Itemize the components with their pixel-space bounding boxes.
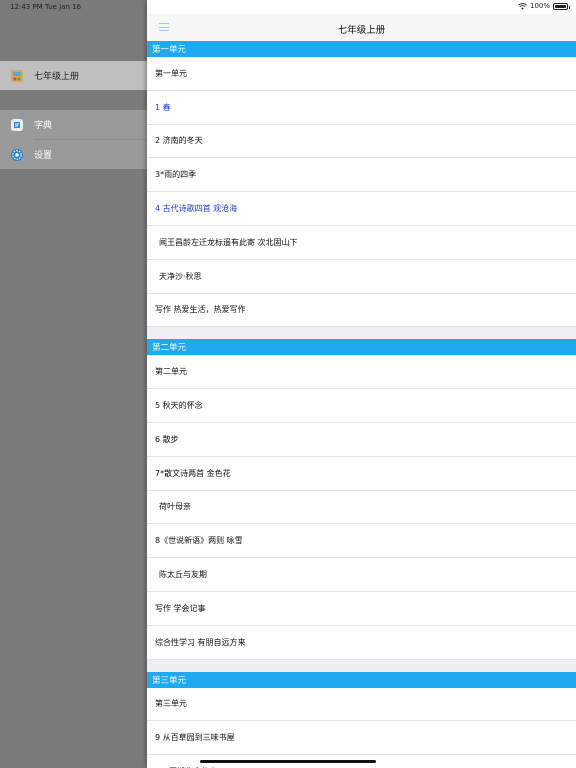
- status-right: 100%: [518, 2, 570, 10]
- status-bar: 12:43 PM Tue Jan 16 100%: [0, 0, 576, 14]
- list-item[interactable]: 第一单元: [147, 57, 576, 91]
- list-item[interactable]: 7*散文诗两首 金色花: [147, 456, 576, 491]
- list-item[interactable]: 写作 热爱生活，热爱写作: [147, 293, 576, 328]
- list-item[interactable]: 第二单元: [147, 355, 576, 390]
- list-item[interactable]: 2 济南的冬天: [147, 124, 576, 159]
- section-spacer: [147, 327, 576, 340]
- list-item[interactable]: 3*雨的四季: [147, 158, 576, 193]
- list-item[interactable]: 陈太丘与友期: [147, 558, 576, 592]
- wifi-icon: [518, 2, 527, 10]
- navigation-bar: 七年级上册: [147, 14, 576, 41]
- content-panel: 七年级上册 第一单元 第一单元 1 春 2 济南的冬天 3*雨的四季 4 古代诗…: [147, 0, 576, 768]
- sidebar-item-settings[interactable]: 设置: [0, 140, 147, 169]
- section-header: 第一单元: [147, 41, 576, 57]
- list-item[interactable]: 6 散步: [147, 422, 576, 457]
- sidebar: 七年级上册 字典 设置: [0, 0, 147, 768]
- book-cover-icon: [11, 69, 23, 82]
- sidebar-item-label: 七年级上册: [34, 72, 80, 82]
- dictionary-icon: [11, 118, 23, 131]
- list-item[interactable]: 第三单元: [147, 687, 576, 722]
- sidebar-item-label: 字典: [34, 121, 53, 131]
- status-time: 12:43 PM: [10, 3, 43, 11]
- list-item[interactable]: 综合性学习 有朋自远方来: [147, 625, 576, 660]
- sidebar-item-dictionary[interactable]: 字典: [0, 110, 147, 139]
- section-header: 第三单元: [147, 671, 576, 688]
- list-item[interactable]: 8《世说新语》两则 咏雪: [147, 524, 576, 559]
- battery-icon: [553, 2, 570, 10]
- list-item[interactable]: 9 从百草园到三味书屋: [147, 721, 576, 756]
- sidebar-item-textbook[interactable]: 七年级上册: [0, 61, 147, 90]
- lesson-list: 第一单元 第一单元 1 春 2 济南的冬天 3*雨的四季 4 古代诗歌四首 观沧…: [147, 41, 576, 768]
- list-item[interactable]: 1 春: [147, 90, 576, 125]
- list-item[interactable]: 天净沙·秋思: [147, 259, 576, 294]
- section-spacer: [147, 659, 576, 672]
- list-item[interactable]: 荷叶母亲: [147, 490, 576, 525]
- list-item[interactable]: 闻王昌龄左迁龙标遥有此寄 次北固山下: [147, 225, 576, 260]
- page-title: 七年级上册: [337, 25, 386, 36]
- list-item[interactable]: 写作 学会记事: [147, 591, 576, 626]
- battery-percent: 100%: [529, 2, 550, 10]
- sidebar-item-label: 设置: [34, 151, 53, 161]
- home-indicator: [200, 760, 376, 763]
- status-date: Tue Jan 16: [45, 3, 82, 11]
- gear-icon: [11, 148, 23, 161]
- list-item[interactable]: 5 秋天的怀念: [147, 389, 576, 423]
- section-header: 第二单元: [147, 339, 576, 356]
- list-item[interactable]: 4 古代诗歌四首 观沧海: [147, 192, 576, 226]
